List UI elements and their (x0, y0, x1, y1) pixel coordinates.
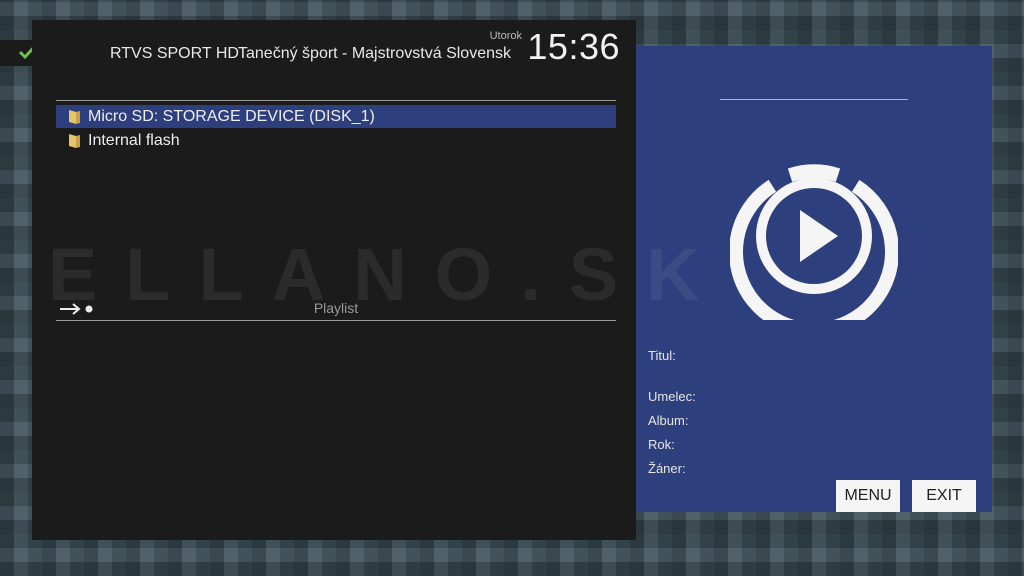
list-item-internal-flash[interactable]: Internal flash (56, 129, 616, 152)
list-top-divider (56, 100, 616, 101)
year-label: Rok: (648, 437, 675, 452)
list-item-label: Internal flash (88, 131, 180, 149)
exit-button[interactable]: EXIT (912, 480, 976, 512)
title-label: Titul: (648, 348, 676, 363)
list-item-label: Micro SD: STORAGE DEVICE (DISK_1) (88, 107, 375, 125)
genre-label: Žáner: (648, 461, 686, 476)
channel-name: RTVS SPORT HD (110, 45, 239, 62)
folder-icon (69, 109, 80, 124)
play-logo-icon (730, 164, 898, 320)
list-item-micro-sd[interactable]: Micro SD: STORAGE DEVICE (DISK_1) (56, 105, 616, 128)
clock: 15:36 (527, 26, 620, 67)
artist-label: Umelec: (648, 389, 696, 404)
playlist-divider (56, 320, 616, 321)
watermark-logo: ELLANO.SK (48, 233, 728, 316)
menu-button[interactable]: MENU (836, 480, 900, 512)
folder-icon (69, 133, 80, 148)
day-label: Utorok (489, 30, 522, 42)
info-divider (720, 99, 908, 100)
program-title: Tanečný šport - Majstrovstvá Slovensk (238, 45, 511, 62)
album-label: Album: (648, 413, 689, 428)
